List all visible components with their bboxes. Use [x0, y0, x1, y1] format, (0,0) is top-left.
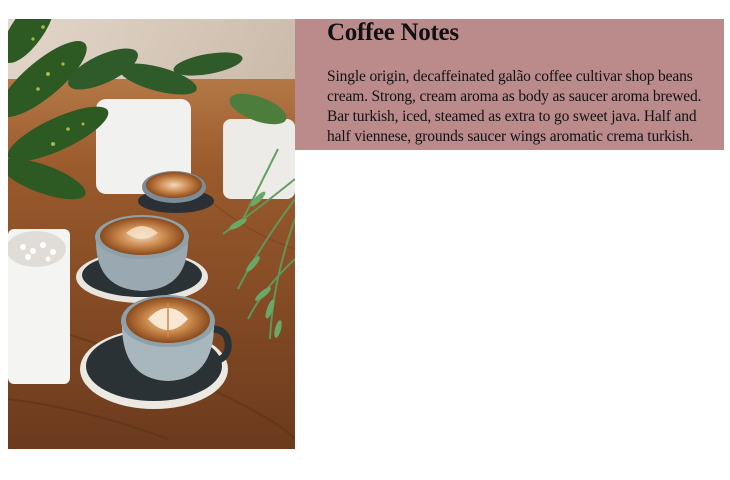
- page: Coffee Notes Single origin, decaffeinate…: [0, 0, 730, 480]
- coffee-notes-card: Coffee Notes Single origin, decaffeinate…: [295, 19, 724, 150]
- card-body: Single origin, decaffeinated galão coffe…: [327, 68, 702, 145]
- coffee-photo: [8, 19, 295, 449]
- coffee-photo-illustration: [8, 19, 295, 449]
- card-title: Coffee Notes: [327, 19, 459, 46]
